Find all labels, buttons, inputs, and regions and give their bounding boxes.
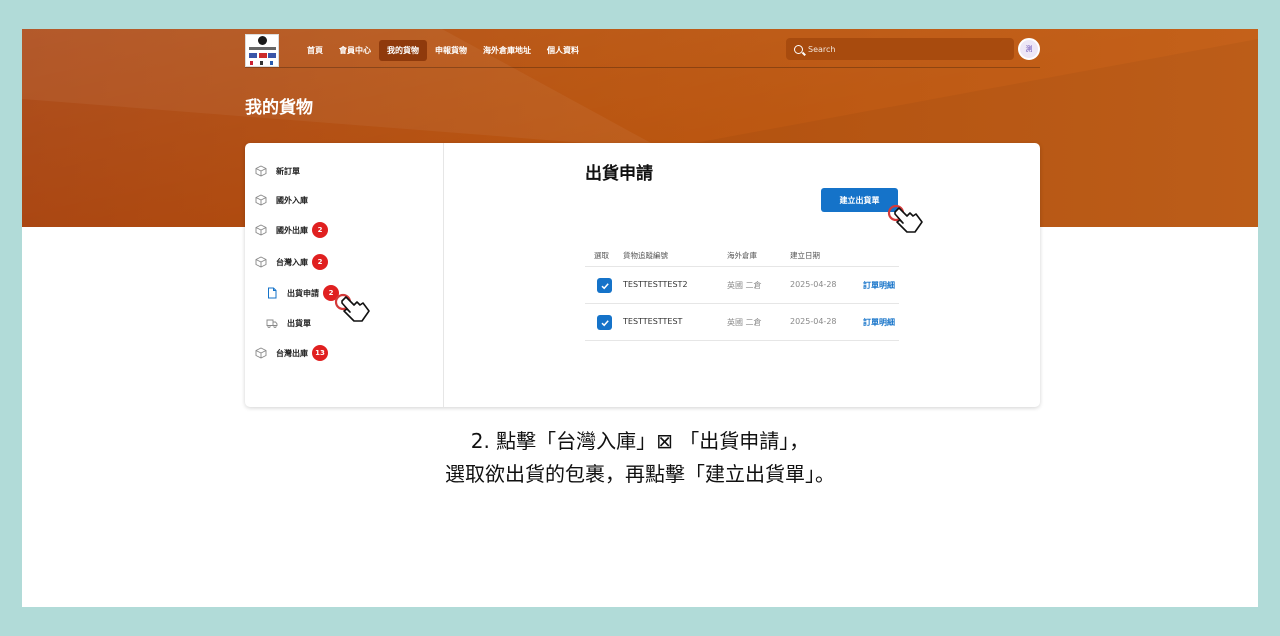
order-detail-link[interactable]: 訂單明細	[863, 317, 895, 328]
check-icon	[600, 282, 609, 289]
date-cell: 2025-04-28	[790, 280, 837, 289]
count-badge: 2	[312, 222, 328, 238]
screenshot-frame: 首頁 會員中心 我的貨物 申報貨物 海外倉庫地址 個人資料 Search 測 我…	[22, 29, 1258, 607]
table-header: 選取 貨物追蹤編號 海外倉庫 建立日期	[585, 243, 899, 267]
avatar[interactable]: 測	[1018, 38, 1040, 60]
sidebar-item-taiwan-outbound[interactable]: 台灣出庫 13	[255, 343, 328, 363]
truck-icon	[266, 319, 278, 328]
box-icon	[255, 224, 267, 236]
tracking-number: TESTTESTTEST2	[623, 280, 688, 289]
hand-pointer-icon	[334, 293, 370, 322]
box-icon	[255, 347, 267, 359]
count-badge: 2	[312, 254, 328, 270]
shipment-table: 選取 貨物追蹤編號 海外倉庫 建立日期 TESTTESTTEST2 英國 二倉 …	[585, 243, 899, 341]
document-icon	[268, 287, 277, 299]
nav-link-profile[interactable]: 個人資料	[539, 40, 587, 61]
sidebar-item-shipping-order[interactable]: 出貨單	[266, 313, 311, 333]
check-icon	[600, 319, 609, 326]
sidebar-item-overseas-outbound[interactable]: 國外出庫 2	[255, 220, 328, 240]
nav-link-home[interactable]: 首頁	[299, 40, 331, 61]
nav-link-overseas-warehouse[interactable]: 海外倉庫地址	[475, 40, 539, 61]
row-checkbox[interactable]	[597, 278, 612, 293]
section-title: 出貨申請	[585, 164, 653, 184]
order-detail-link[interactable]: 訂單明細	[863, 280, 895, 291]
box-icon	[255, 256, 267, 268]
nav-link-my-cargo[interactable]: 我的貨物	[379, 39, 427, 61]
instruction-line-2: 選取欲出貨的包裹，再點擊「建立出貨單」。	[445, 462, 835, 486]
column-header-date: 建立日期	[790, 251, 820, 260]
sidebar-item-label: 出貨單	[287, 318, 311, 328]
sidebar-item-label: 國外出庫	[276, 225, 308, 235]
tracking-number: TESTTESTTEST	[623, 317, 683, 326]
nav-link-member-center[interactable]: 會員中心	[331, 40, 379, 61]
content-card: 新訂單 國外入庫 國外出庫 2 台灣入庫 2 出貨申請 2 出貨單 台灣出庫 1…	[245, 143, 1040, 407]
instruction-line-1: 2. 點擊「台灣入庫」⊠ 「出貨申請」，	[470, 429, 810, 453]
table-row: TESTTESTTEST 英國 二倉 2025-04-28 訂單明細	[585, 304, 899, 341]
nav-link-declare-cargo[interactable]: 申報貨物	[427, 40, 475, 61]
sidebar-item-label: 台灣入庫	[276, 257, 308, 267]
sidebar-item-new-order[interactable]: 新訂單	[255, 161, 300, 181]
sidebar-item-label: 新訂單	[276, 166, 300, 176]
sidebar-item-taiwan-inbound[interactable]: 台灣入庫 2	[255, 252, 328, 272]
search-input[interactable]: Search	[786, 38, 1014, 60]
date-cell: 2025-04-28	[790, 317, 837, 326]
hand-pointer-icon	[887, 204, 923, 233]
search-placeholder: Search	[808, 44, 836, 54]
count-badge: 13	[312, 345, 328, 361]
column-header-tracking: 貨物追蹤編號	[623, 251, 668, 260]
table-row: TESTTESTTEST2 英國 二倉 2025-04-28 訂單明細	[585, 267, 899, 304]
column-header-warehouse: 海外倉庫	[727, 251, 757, 260]
page-title: 我的貨物	[245, 98, 313, 118]
warehouse-cell: 英國 二倉	[727, 281, 762, 290]
column-header-select: 選取	[594, 251, 609, 260]
navbar-divider	[245, 67, 1040, 68]
sidebar-item-overseas-inbound[interactable]: 國外入庫	[255, 190, 308, 210]
row-checkbox[interactable]	[597, 315, 612, 330]
sidebar-item-shipping-request[interactable]: 出貨申請 2	[266, 283, 339, 303]
top-navbar: 首頁 會員中心 我的貨物 申報貨物 海外倉庫地址 個人資料 Search 測	[245, 33, 1040, 67]
sidebar: 新訂單 國外入庫 國外出庫 2 台灣入庫 2 出貨申請 2 出貨單 台灣出庫 1…	[245, 143, 444, 407]
box-icon	[255, 194, 267, 206]
sidebar-item-label: 出貨申請	[287, 288, 319, 298]
warehouse-cell: 英國 二倉	[727, 318, 762, 327]
sidebar-item-label: 國外入庫	[276, 195, 308, 205]
box-icon	[255, 165, 267, 177]
sidebar-item-label: 台灣出庫	[276, 348, 308, 358]
site-logo[interactable]	[245, 33, 279, 67]
search-icon	[794, 44, 803, 54]
